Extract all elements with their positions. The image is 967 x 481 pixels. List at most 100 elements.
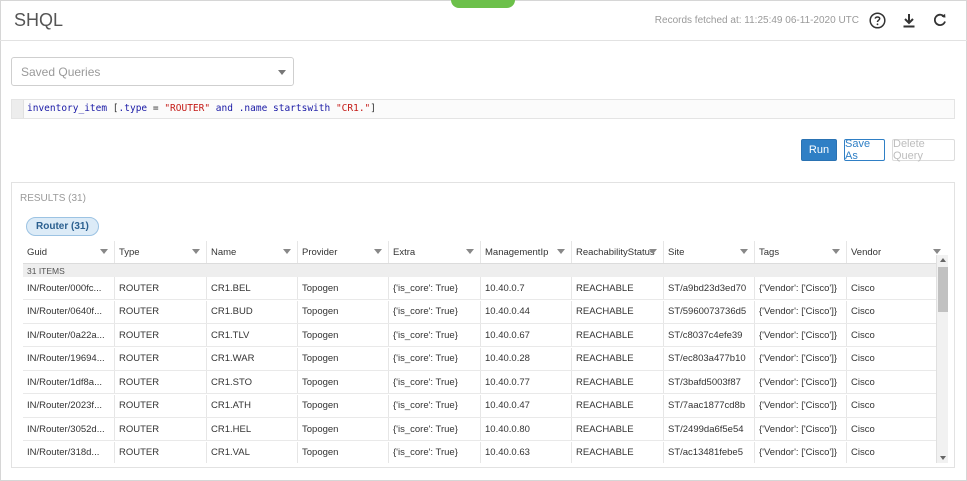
column-header-label: Site: [668, 247, 684, 258]
editor-gutter: [12, 100, 24, 118]
column-header-label: Type: [119, 247, 140, 258]
table-cell: {'Vendor': ['Cisco']}: [755, 418, 847, 440]
table-row[interactable]: IN/Router/318d...ROUTERCR1.VALTopogen{'i…: [23, 442, 947, 464]
column-header[interactable]: Vendor: [847, 241, 947, 263]
table-cell: Topogen: [298, 277, 389, 299]
query-token: startswith: [267, 103, 336, 114]
table-cell: Topogen: [298, 418, 389, 440]
table-row[interactable]: IN/Router/000fc...ROUTERCR1.BELTopogen{'…: [23, 277, 947, 300]
table-cell: REACHABLE: [572, 371, 664, 393]
table-cell: {'Vendor': ['Cisco']}: [755, 395, 847, 417]
table-cell: {'is_core': True}: [389, 418, 481, 440]
column-header[interactable]: ManagementIp: [481, 241, 572, 263]
table-cell: ROUTER: [115, 324, 207, 346]
table-cell: CR1.HEL: [207, 418, 298, 440]
table-cell: {'Vendor': ['Cisco']}: [755, 371, 847, 393]
grid-scrollbar[interactable]: [936, 255, 948, 463]
table-cell: 10.40.0.47: [481, 395, 572, 417]
table-cell: ROUTER: [115, 418, 207, 440]
records-fetched-text: Records fetched at: 11:25:49 06-11-2020 …: [655, 15, 859, 26]
run-button[interactable]: Run: [801, 139, 837, 161]
table-row[interactable]: IN/Router/19694...ROUTERCR1.WARTopogen{'…: [23, 348, 947, 371]
filter-icon[interactable]: [466, 249, 474, 254]
table-cell: ST/7aac1877cd8b: [664, 395, 755, 417]
table-cell: {'is_core': True}: [389, 371, 481, 393]
column-header-label: ManagementIp: [485, 247, 548, 258]
table-cell: 10.40.0.67: [481, 324, 572, 346]
column-header[interactable]: Type: [115, 241, 207, 263]
filter-icon[interactable]: [649, 249, 657, 254]
save-as-button[interactable]: Save As: [844, 139, 885, 161]
table-row[interactable]: IN/Router/3052d...ROUTERCR1.HELTopogen{'…: [23, 418, 947, 441]
help-icon[interactable]: [868, 11, 886, 29]
query-token: "CR1.": [336, 103, 370, 114]
table-row[interactable]: IN/Router/0a22a...ROUTERCR1.TLVTopogen{'…: [23, 324, 947, 347]
table-cell: {'Vendor': ['Cisco']}: [755, 301, 847, 323]
table-row[interactable]: IN/Router/2023f...ROUTERCR1.ATHTopogen{'…: [23, 395, 947, 418]
table-cell: IN/Router/0a22a...: [23, 324, 115, 346]
grid-header-row: Guid Type Name Provider Extra ManagementIp Rea…: [23, 241, 947, 264]
column-header-label: Provider: [302, 247, 337, 258]
router-filter-chip[interactable]: Router (31): [26, 217, 99, 236]
query-editor[interactable]: inventory_item [.type = "ROUTER" and .na…: [11, 99, 955, 119]
filter-icon[interactable]: [192, 249, 200, 254]
table-cell: Cisco: [847, 395, 947, 417]
table-cell: {'is_core': True}: [389, 301, 481, 323]
chevron-down-icon: [278, 70, 286, 75]
table-cell: Cisco: [847, 442, 947, 464]
filter-icon[interactable]: [374, 249, 382, 254]
group-row: 31 ITEMS: [23, 264, 947, 277]
table-cell: ST/5960073736d5: [664, 301, 755, 323]
table-row[interactable]: IN/Router/1df8a...ROUTERCR1.STOTopogen{'…: [23, 371, 947, 394]
filter-icon[interactable]: [283, 249, 291, 254]
saved-queries-select[interactable]: Saved Queries: [11, 57, 294, 86]
table-cell: IN/Router/000fc...: [23, 277, 115, 299]
table-cell: CR1.VAL: [207, 442, 298, 464]
refresh-icon[interactable]: [931, 11, 949, 29]
table-cell: Cisco: [847, 301, 947, 323]
column-header[interactable]: Name: [207, 241, 298, 263]
table-cell: CR1.BEL: [207, 277, 298, 299]
table-cell: ST/3bafd5003f87: [664, 371, 755, 393]
scroll-thumb[interactable]: [938, 267, 948, 312]
filter-icon[interactable]: [100, 249, 108, 254]
results-grid: Guid Type Name Provider Extra ManagementIp Rea…: [23, 241, 947, 463]
table-cell: 10.40.0.77: [481, 371, 572, 393]
scroll-down-icon[interactable]: [940, 456, 946, 460]
table-cell: Topogen: [298, 395, 389, 417]
column-header[interactable]: Extra: [389, 241, 481, 263]
query-text: inventory_item [.type = "ROUTER" and .na…: [27, 103, 376, 114]
table-cell: CR1.TLV: [207, 324, 298, 346]
table-cell: ROUTER: [115, 277, 207, 299]
table-cell: ST/c8037c4efe39: [664, 324, 755, 346]
column-header[interactable]: Provider: [298, 241, 389, 263]
table-row[interactable]: IN/Router/0640f...ROUTERCR1.BUDTopogen{'…: [23, 301, 947, 324]
delete-query-button[interactable]: Delete Query: [892, 139, 955, 161]
table-cell: {'is_core': True}: [389, 277, 481, 299]
scroll-up-icon[interactable]: [940, 258, 946, 262]
query-token: =: [147, 103, 164, 114]
filter-icon[interactable]: [740, 249, 748, 254]
table-cell: CR1.WAR: [207, 348, 298, 370]
table-cell: ST/a9bd23d3ed70: [664, 277, 755, 299]
table-cell: IN/Router/3052d...: [23, 418, 115, 440]
table-cell: REACHABLE: [572, 395, 664, 417]
filter-icon[interactable]: [557, 249, 565, 254]
column-header[interactable]: Site: [664, 241, 755, 263]
column-header[interactable]: ReachabilityStatus: [572, 241, 664, 263]
table-cell: 10.40.0.7: [481, 277, 572, 299]
table-cell: {'is_core': True}: [389, 395, 481, 417]
app-header: SHQL Records fetched at: 11:25:49 06-11-…: [0, 0, 967, 41]
table-cell: REACHABLE: [572, 442, 664, 464]
filter-icon[interactable]: [832, 249, 840, 254]
table-cell: Cisco: [847, 418, 947, 440]
column-header[interactable]: Guid: [23, 241, 115, 263]
table-cell: IN/Router/19694...: [23, 348, 115, 370]
table-cell: IN/Router/318d...: [23, 442, 115, 464]
table-cell: {'Vendor': ['Cisco']}: [755, 324, 847, 346]
filter-icon[interactable]: [933, 249, 941, 254]
column-header[interactable]: Tags: [755, 241, 847, 263]
table-cell: REACHABLE: [572, 324, 664, 346]
column-header-label: Extra: [393, 247, 415, 258]
download-icon[interactable]: [900, 11, 918, 29]
